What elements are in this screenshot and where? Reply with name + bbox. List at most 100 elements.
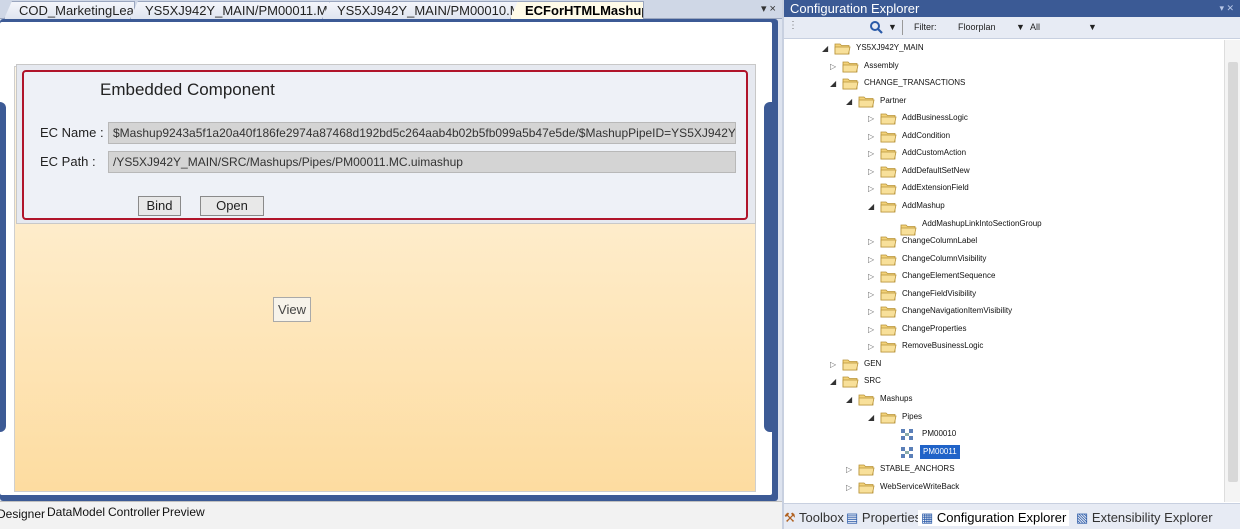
tab-label: YS5XJ942Y_MAIN/PM00010.MC bbox=[337, 3, 520, 18]
scrollbar-thumb[interactable] bbox=[1228, 62, 1238, 482]
ec-name-label: EC Name : bbox=[40, 125, 104, 140]
tree-item-label: GEN bbox=[864, 358, 882, 368]
collapsed-arrow-icon[interactable]: ▷ bbox=[868, 238, 876, 246]
tab-label: Extensibility Explorer bbox=[1091, 510, 1213, 525]
expanded-arrow-icon[interactable]: ◢ bbox=[830, 80, 838, 88]
collapsed-arrow-icon[interactable]: ▷ bbox=[868, 185, 876, 193]
collapsed-arrow-icon[interactable]: ▷ bbox=[846, 466, 854, 474]
tree-item-label: AddMashup bbox=[902, 200, 945, 210]
collapsed-arrow-icon[interactable]: ▷ bbox=[868, 290, 876, 299]
folder-icon bbox=[880, 112, 897, 125]
tab-pm00010-mc[interactable]: YS5XJ942Y_MAIN/PM00010.MC🔒 bbox=[322, 1, 520, 19]
tab-extensibility-explorer[interactable]: ▧ Extensibility Explorer bbox=[1076, 510, 1213, 526]
open-button[interactable]: Open bbox=[200, 196, 264, 216]
folder-icon bbox=[858, 481, 875, 494]
folder-icon bbox=[842, 375, 859, 388]
expanded-arrow-icon[interactable]: ◢ bbox=[822, 45, 830, 53]
tree-item-label: PM00011 bbox=[920, 444, 960, 459]
ec-path-field[interactable]: /YS5XJ942Y_MAIN/SRC/Mashups/Pipes/PM0001… bbox=[108, 151, 736, 173]
filter-dropdown-icon[interactable]: ▼ bbox=[1016, 22, 1025, 32]
folder-icon bbox=[858, 463, 875, 476]
designer-canvas[interactable]: Embedded Component EC Name : $Mashup9243… bbox=[0, 22, 772, 495]
tree-item-label: SRC bbox=[864, 376, 881, 386]
tree-item-label: AddExtensionField bbox=[902, 183, 969, 193]
configuration-explorer-pane: Configuration Explorer ▾ ✕ ⋮ ▼ Filter: F… bbox=[782, 0, 1240, 529]
ec-name-field[interactable]: $Mashup9243a5f1a20a40f186fe2974a87468d19… bbox=[108, 122, 736, 144]
tree-item-label: ChangeNavigationItemVisibility bbox=[902, 306, 1013, 316]
tree-item-label: ChangeElementSequence bbox=[902, 271, 996, 281]
designer-canvas-frame: Embedded Component EC Name : $Mashup9243… bbox=[0, 19, 778, 501]
tab-designer[interactable]: Designer bbox=[0, 507, 45, 521]
folder-icon bbox=[858, 95, 875, 108]
tree-item-label: ChangeColumnLabel bbox=[902, 236, 978, 246]
filter-label: Filter: bbox=[914, 22, 937, 32]
collapsed-arrow-icon[interactable]: ▷ bbox=[868, 308, 876, 316]
folder-icon bbox=[880, 340, 897, 353]
tree-item-label: WebServiceWriteBack bbox=[880, 481, 960, 491]
collapsed-arrow-icon[interactable]: ▷ bbox=[868, 115, 876, 123]
tree-item-label: AddDefaultSetNew bbox=[902, 165, 970, 175]
filter-select[interactable]: Floorplan bbox=[958, 22, 996, 32]
tree-item-label: YS5XJ942Y_MAIN bbox=[856, 43, 924, 52]
folder-icon bbox=[880, 147, 897, 160]
tab-toolbox[interactable]: ⚒ Toolbox bbox=[784, 510, 844, 526]
tab-overflow-menu[interactable]: ▾ × bbox=[761, 2, 776, 15]
expanded-arrow-icon[interactable]: ◢ bbox=[830, 378, 838, 386]
collapsed-arrow-icon[interactable]: ▷ bbox=[846, 483, 854, 492]
canvas-right-handle[interactable] bbox=[764, 102, 772, 432]
folder-icon bbox=[880, 305, 897, 318]
collapsed-arrow-icon[interactable]: ▷ bbox=[868, 255, 876, 264]
tree-item-label: AddCustomAction bbox=[902, 148, 967, 158]
search-dropdown-icon[interactable]: ▼ bbox=[888, 22, 897, 32]
toolbar-divider bbox=[902, 20, 903, 35]
collapsed-arrow-icon[interactable]: ▷ bbox=[830, 62, 838, 71]
tree-item-label: Partner bbox=[880, 95, 907, 105]
view-button[interactable]: View bbox=[273, 297, 311, 322]
embedded-component-title: Embedded Component bbox=[100, 80, 275, 99]
collapsed-arrow-icon[interactable]: ▷ bbox=[868, 167, 876, 176]
tree-item-label: STABLE_ANCHORS bbox=[880, 464, 955, 474]
config-tree[interactable]: ◢ YS5XJ942Y_MAIN ▷ Assembly ◢ CHANGE_TRANSACT… bbox=[784, 40, 1224, 502]
expanded-arrow-icon[interactable]: ◢ bbox=[846, 396, 854, 404]
document-tab-strip: COD_MarketingLead🔒 YS5XJ942Y_MAIN/PM0001… bbox=[0, 0, 782, 19]
expanded-arrow-icon[interactable]: ◢ bbox=[868, 202, 876, 211]
folder-icon bbox=[834, 42, 851, 55]
collapsed-arrow-icon[interactable]: ▷ bbox=[868, 343, 876, 351]
tab-configuration-explorer[interactable]: ▦ Configuration Explorer bbox=[918, 510, 1070, 526]
collapsed-arrow-icon[interactable]: ▷ bbox=[830, 360, 838, 369]
tree-scrollbar[interactable] bbox=[1224, 40, 1240, 502]
tab-label: Properties bbox=[861, 510, 922, 525]
tab-controller[interactable]: Controller bbox=[108, 505, 160, 519]
tab-ecforhtmlmashup[interactable]: ECForHTMLMashup* bbox=[510, 1, 644, 19]
bind-button[interactable]: Bind bbox=[138, 196, 181, 216]
collapsed-arrow-icon[interactable]: ▷ bbox=[868, 325, 876, 334]
search-icon[interactable] bbox=[870, 21, 883, 34]
tab-properties[interactable]: ▤ Properties bbox=[846, 510, 921, 526]
expanded-arrow-icon[interactable]: ◢ bbox=[846, 97, 854, 106]
tree-item-label: ChangeColumnVisibility bbox=[902, 253, 987, 263]
tree-item-label: PM00010 bbox=[922, 429, 957, 439]
folder-icon bbox=[842, 358, 859, 371]
collapsed-arrow-icon[interactable]: ▷ bbox=[868, 132, 876, 141]
window-controls-icon[interactable]: ▾ ✕ bbox=[1219, 0, 1234, 17]
no-expander bbox=[888, 431, 896, 439]
folder-icon bbox=[880, 200, 897, 213]
tab-pm00011-mc[interactable]: YS5XJ942Y_MAIN/PM00011.MC🔒 bbox=[130, 1, 330, 19]
expanded-arrow-icon[interactable]: ◢ bbox=[868, 413, 876, 422]
tab-label: Configuration Explorer bbox=[936, 510, 1067, 525]
folder-icon bbox=[858, 393, 875, 406]
embedded-component-panel[interactable]: Embedded Component EC Name : $Mashup9243… bbox=[22, 70, 748, 220]
tab-datamodel[interactable]: DataModel bbox=[47, 505, 105, 519]
collapsed-arrow-icon[interactable]: ▷ bbox=[868, 273, 876, 281]
tab-cod-marketinglead[interactable]: COD_MarketingLead🔒 bbox=[4, 1, 135, 19]
canvas-left-handle[interactable] bbox=[0, 102, 6, 432]
explorer-title-bar: Configuration Explorer ▾ ✕ bbox=[784, 0, 1240, 17]
tab-preview[interactable]: Preview bbox=[162, 505, 205, 519]
tree-item-label: RemoveBusinessLogic bbox=[902, 341, 984, 351]
scope-dropdown-icon[interactable]: ▼ bbox=[1088, 22, 1097, 32]
no-expander bbox=[888, 221, 896, 229]
folder-icon bbox=[880, 411, 897, 424]
folder-icon bbox=[880, 270, 897, 283]
collapsed-arrow-icon[interactable]: ▷ bbox=[868, 150, 876, 158]
filter-scope-select[interactable]: All bbox=[1030, 22, 1040, 32]
